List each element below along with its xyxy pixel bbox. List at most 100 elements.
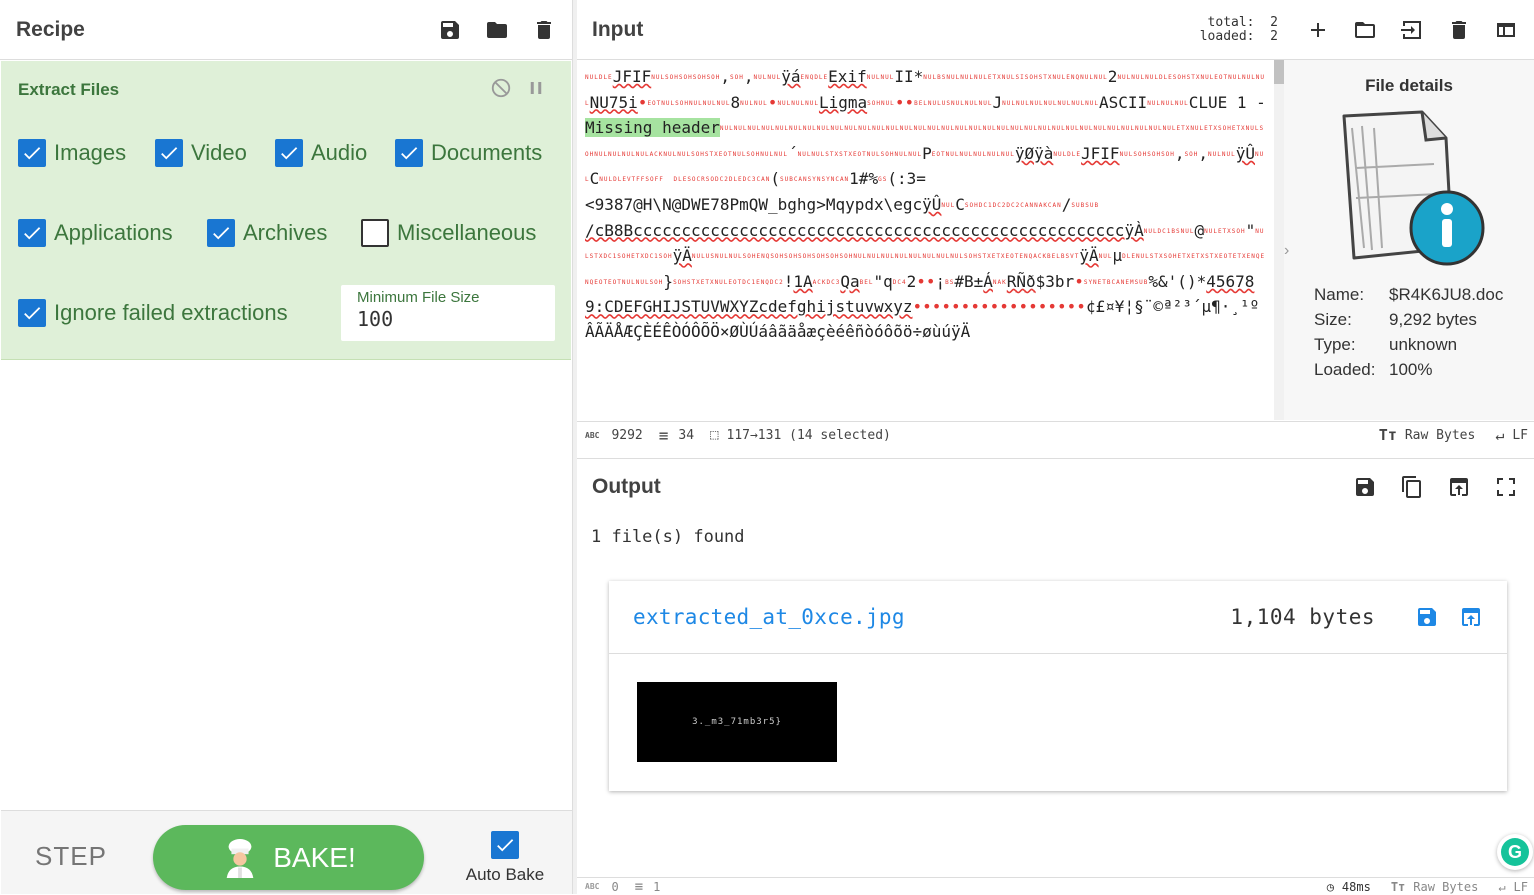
bake-button[interactable]: BAKE! [153, 825, 424, 890]
checkbox-images[interactable]: Images [18, 139, 126, 167]
checkbox-miscellaneous[interactable]: Miscellaneous [361, 219, 536, 247]
checkbox-applications[interactable]: Applications [18, 219, 173, 247]
extracted-file-name[interactable]: extracted_at_0xce.jpg [633, 605, 1230, 629]
eol-value[interactable]: LF [1512, 428, 1528, 443]
lines-icon: ≡ [658, 425, 669, 445]
open-file-icon[interactable] [1459, 605, 1483, 629]
checkbox-label: Documents [431, 140, 543, 165]
trash-icon[interactable] [1447, 18, 1471, 42]
total-label: total: [1207, 14, 1255, 30]
open-folder-icon[interactable] [1353, 18, 1377, 42]
operation-title: Extract Files [18, 80, 120, 99]
collapse-details-icon[interactable]: › [1284, 242, 1294, 292]
checkbox-label: Miscellaneous [397, 220, 537, 245]
type-value: unknown [1389, 335, 1458, 354]
file-name-row: Name: $R4K6JU8.doc [1314, 285, 1503, 305]
checkbox-checked-icon[interactable] [395, 139, 423, 167]
loaded-label: loaded: [1199, 28, 1255, 44]
replace-input-icon[interactable] [1447, 475, 1471, 499]
checkbox-checked-icon[interactable] [18, 219, 46, 247]
file-details-title: File details [1365, 76, 1453, 95]
length-value: 0 [611, 879, 619, 894]
text-format-icon[interactable]: Tт [1379, 426, 1397, 444]
lines-stat: ≡ 34 [659, 426, 694, 445]
return-icon[interactable]: ↵ [1495, 426, 1504, 444]
grammarly-button[interactable]: G [1497, 834, 1533, 870]
input-swap-icon[interactable] [1400, 18, 1424, 42]
lines-stat: ≡ 1 [635, 879, 661, 895]
checkbox-ignore-failed[interactable]: Ignore failed extractions [18, 299, 288, 327]
eol-value[interactable]: LF [1514, 880, 1528, 894]
checkbox-checked-icon[interactable] [491, 831, 519, 859]
checkbox-label: Audio [311, 140, 368, 165]
file-size-row: Size: 9,292 bytes [1314, 310, 1477, 330]
min-file-size-field[interactable]: Minimum File Size 100 [341, 285, 555, 341]
grammarly-icon: G [1501, 838, 1529, 866]
recipe-panel: Recipe Extract Files Images Video Audio … [0, 0, 573, 894]
scrollbar-thumb[interactable] [1274, 60, 1284, 84]
copy-icon[interactable] [1400, 475, 1424, 499]
disable-icon[interactable] [490, 77, 512, 99]
pause-icon[interactable] [527, 79, 545, 97]
output-status-bar: ABC 0 ≡ 1 ◷ 48ms Tт Raw Bytes ↵ LF [577, 877, 1534, 895]
format-value[interactable]: Raw Bytes [1405, 428, 1475, 443]
trash-icon[interactable] [532, 18, 556, 42]
checkbox-documents[interactable]: Documents [395, 139, 542, 167]
checkbox-checked-icon[interactable] [155, 139, 183, 167]
plus-icon[interactable] [1306, 18, 1330, 42]
checkbox-unchecked-icon[interactable] [361, 219, 389, 247]
file-details-panel: › File details Name: $R4K6JU8.doc Size: 9,… [1284, 60, 1534, 420]
input-status-bar: ABC 9292 ≡ 34 ⬚ 117→131 (14 selected) Tт Ra… [577, 421, 1534, 448]
input-header: Input total: 2 loaded: 2 [577, 0, 1534, 60]
format-value[interactable]: Raw Bytes [1413, 880, 1478, 894]
checkbox-checked-icon[interactable] [207, 219, 235, 247]
text-format-icon[interactable]: Tт [1391, 880, 1405, 894]
input-scrollbar[interactable] [1274, 60, 1284, 420]
checkbox-checked-icon[interactable] [18, 139, 46, 167]
return-icon[interactable]: ↵ [1498, 880, 1505, 894]
extracted-image-preview: 3._m3_71mb3r5} [637, 682, 837, 762]
chef-icon [226, 838, 254, 878]
checkbox-checked-icon[interactable] [275, 139, 303, 167]
checkbox-label: Ignore failed extractions [54, 300, 288, 325]
file-info-icon [1342, 110, 1485, 266]
loaded-value: 100% [1389, 360, 1433, 379]
save-icon[interactable] [438, 18, 462, 42]
input-textarea[interactable]: NULDLEJFIFNULSOHSOHSOHSOH,SOH,NULNULÿáEN… [577, 60, 1274, 420]
file-type-row: Type: unknown [1314, 335, 1457, 355]
total-value: 2 [1270, 14, 1278, 30]
recipe-header: Recipe [0, 0, 572, 60]
folder-icon[interactable] [485, 18, 509, 42]
size-value: 9,292 bytes [1389, 310, 1477, 329]
size-label: Size: [1314, 310, 1352, 329]
output-panel: Output 1 file(s) found extracted_at_0xce… [577, 458, 1534, 895]
extract-files-operation[interactable]: Extract Files Images Video Audio Documen… [1, 61, 571, 360]
checkbox-archives[interactable]: Archives [207, 219, 327, 247]
selection-value: 117→131 (14 selected) [726, 427, 891, 443]
file-loaded-row: Loaded: 100% [1314, 360, 1432, 380]
save-icon[interactable] [1353, 475, 1377, 499]
min-file-size-input[interactable]: 100 [357, 307, 539, 331]
auto-bake-toggle[interactable]: Auto Bake [463, 831, 547, 885]
maximise-icon[interactable] [1494, 475, 1518, 499]
input-stats: total: 2 loaded: 2 [1199, 14, 1278, 44]
length-value: 9292 [611, 427, 643, 443]
checkbox-audio[interactable]: Audio [275, 139, 367, 167]
step-button[interactable]: STEP [35, 841, 107, 872]
name-label: Name: [1314, 285, 1365, 304]
bake-controls: STEP BAKE! Auto Bake [1, 810, 572, 894]
selection-icon: ⬚ [710, 427, 719, 443]
length-stat: ABC 9292 [585, 428, 643, 443]
checkbox-label: Video [191, 140, 247, 165]
save-icon[interactable] [1415, 605, 1439, 629]
min-file-size-label: Minimum File Size [357, 289, 480, 306]
bake-label: BAKE! [273, 841, 356, 873]
lines-value: 34 [678, 427, 695, 443]
loaded-value: 2 [1270, 28, 1278, 44]
lines-value: 1 [653, 879, 661, 894]
checkbox-video[interactable]: Video [155, 139, 247, 167]
layout-icon[interactable] [1494, 18, 1518, 42]
checkbox-checked-icon[interactable] [18, 299, 46, 327]
type-label: Type: [1314, 335, 1356, 354]
abc-icon: ABC [585, 430, 600, 440]
